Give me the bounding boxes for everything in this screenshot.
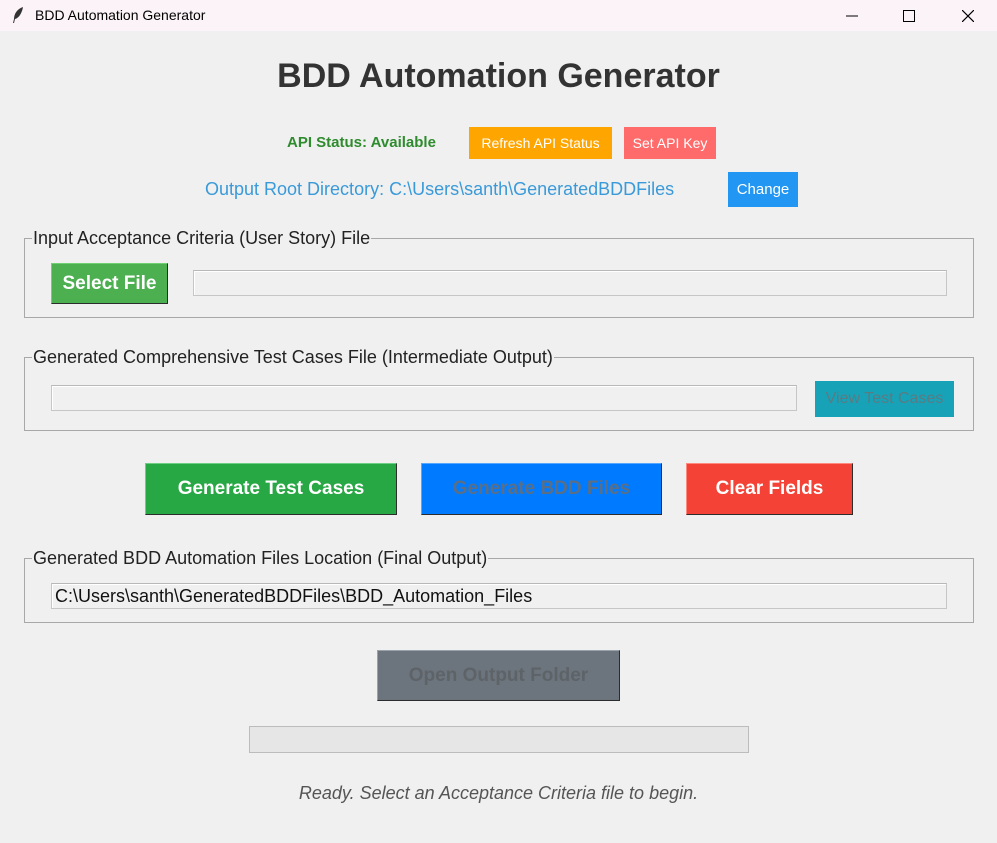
title-bar[interactable]: BDD Automation Generator <box>0 0 997 31</box>
bdd-output-group-label: Generated BDD Automation Files Location … <box>32 548 489 568</box>
test-cases-file-path-field[interactable] <box>51 385 797 411</box>
maximize-button[interactable] <box>886 0 932 31</box>
status-message: Ready. Select an Acceptance Criteria fil… <box>298 783 699 803</box>
input-file-group-label: Input Acceptance Criteria (User Story) F… <box>32 228 372 248</box>
minimize-button[interactable] <box>829 0 875 31</box>
test-cases-group-label: Generated Comprehensive Test Cases File … <box>32 347 554 367</box>
change-output-root-button[interactable]: Change <box>728 172 798 207</box>
view-test-cases-button[interactable]: View Test Cases <box>815 381 954 417</box>
clear-fields-button[interactable]: Clear Fields <box>686 463 853 515</box>
api-status-label: API Status: Available <box>287 134 436 151</box>
generate-bdd-files-button[interactable]: Generate BDD Files <box>421 463 662 515</box>
bdd-output-path-field[interactable]: C:\Users\santh\GeneratedBDDFiles\BDD_Aut… <box>51 583 947 609</box>
progress-bar <box>249 726 749 753</box>
refresh-api-status-button[interactable]: Refresh API Status <box>469 127 612 159</box>
close-icon <box>962 9 974 22</box>
set-api-key-button[interactable]: Set API Key <box>624 127 716 159</box>
close-button[interactable] <box>945 0 991 31</box>
window-title: BDD Automation Generator <box>35 7 206 23</box>
output-root-directory-label: Output Root Directory: C:\Users\santh\Ge… <box>205 179 675 199</box>
feather-icon <box>11 6 25 24</box>
maximize-icon <box>903 9 915 22</box>
select-file-button[interactable]: Select File <box>51 263 168 304</box>
generate-test-cases-button[interactable]: Generate Test Cases <box>145 463 397 515</box>
page-title: BDD Automation Generator <box>277 57 720 95</box>
open-output-folder-button[interactable]: Open Output Folder <box>377 650 620 701</box>
input-file-path-field[interactable] <box>193 270 947 296</box>
minimize-icon <box>846 15 858 16</box>
app-window: BDD Automation Generator BDD Automation … <box>0 0 997 843</box>
